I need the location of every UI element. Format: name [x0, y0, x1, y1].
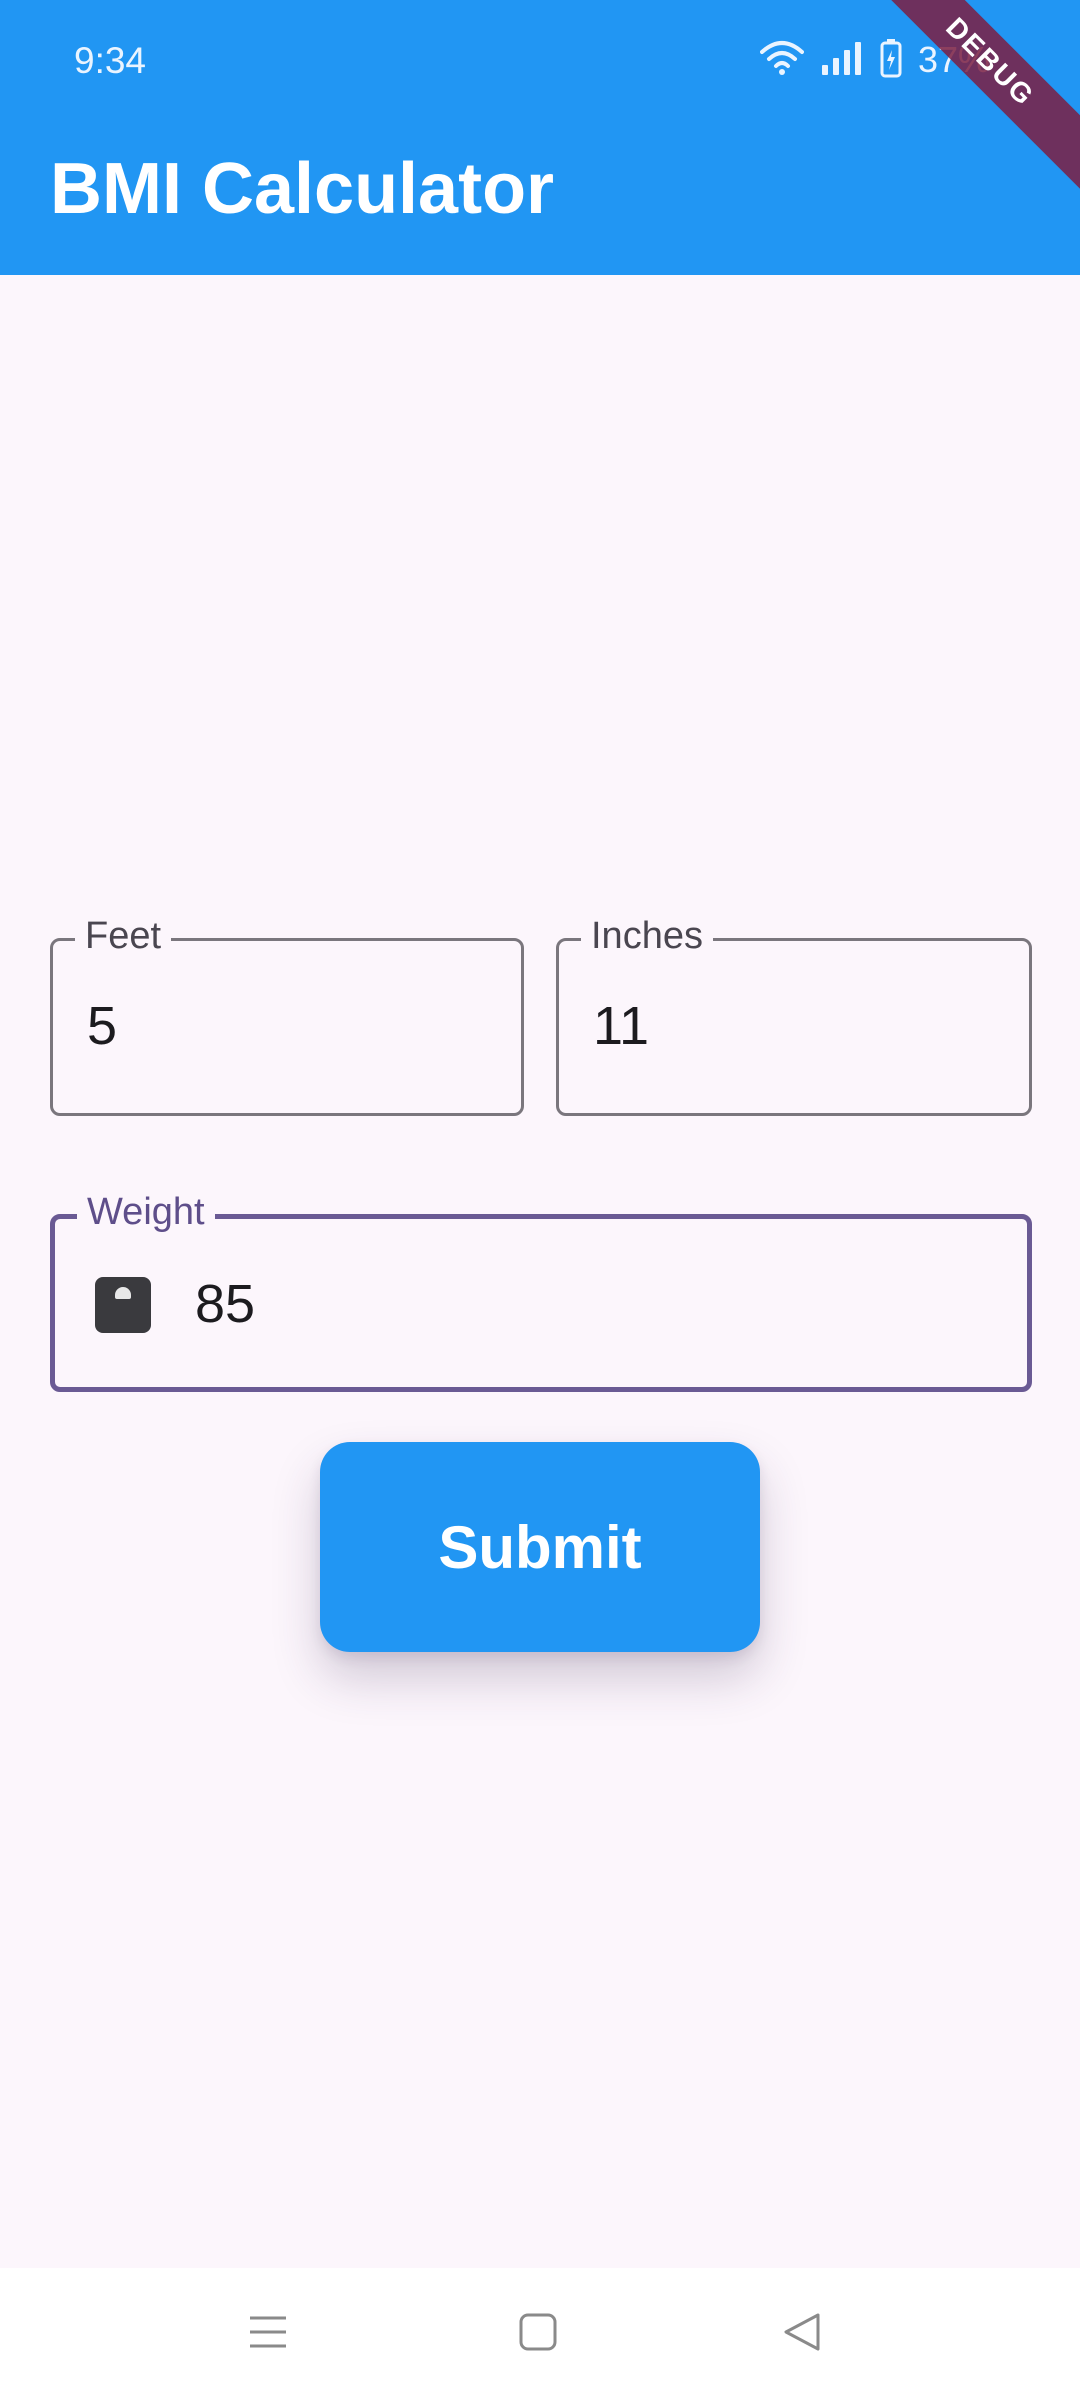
system-nav-bar — [0, 2268, 1080, 2400]
feet-value: 5 — [87, 996, 118, 1056]
menu-icon[interactable] — [248, 2312, 288, 2357]
feet-field[interactable]: Feet 5 — [50, 915, 524, 1116]
home-square-icon[interactable] — [518, 2312, 558, 2357]
inches-label: Inches — [581, 915, 713, 958]
inches-value: 11 — [593, 996, 650, 1056]
back-triangle-icon[interactable] — [782, 2312, 822, 2357]
weight-value: 85 — [195, 1274, 256, 1334]
status-time: 9:34 — [74, 40, 147, 81]
signal-icon — [820, 41, 864, 80]
wifi-icon — [759, 40, 804, 81]
app-bar: 9:34 37% BMI Ca — [0, 0, 1080, 275]
weight-field[interactable]: Weight 85 — [50, 1191, 1032, 1392]
feet-label: Feet — [75, 915, 172, 958]
battery-charging-icon — [880, 38, 902, 83]
scale-icon — [95, 1277, 151, 1333]
weight-label: Weight — [77, 1191, 215, 1234]
inches-field[interactable]: Inches 11 — [556, 915, 1032, 1116]
page-title: BMI Calculator — [50, 149, 555, 229]
submit-button[interactable]: Submit — [320, 1442, 760, 1652]
